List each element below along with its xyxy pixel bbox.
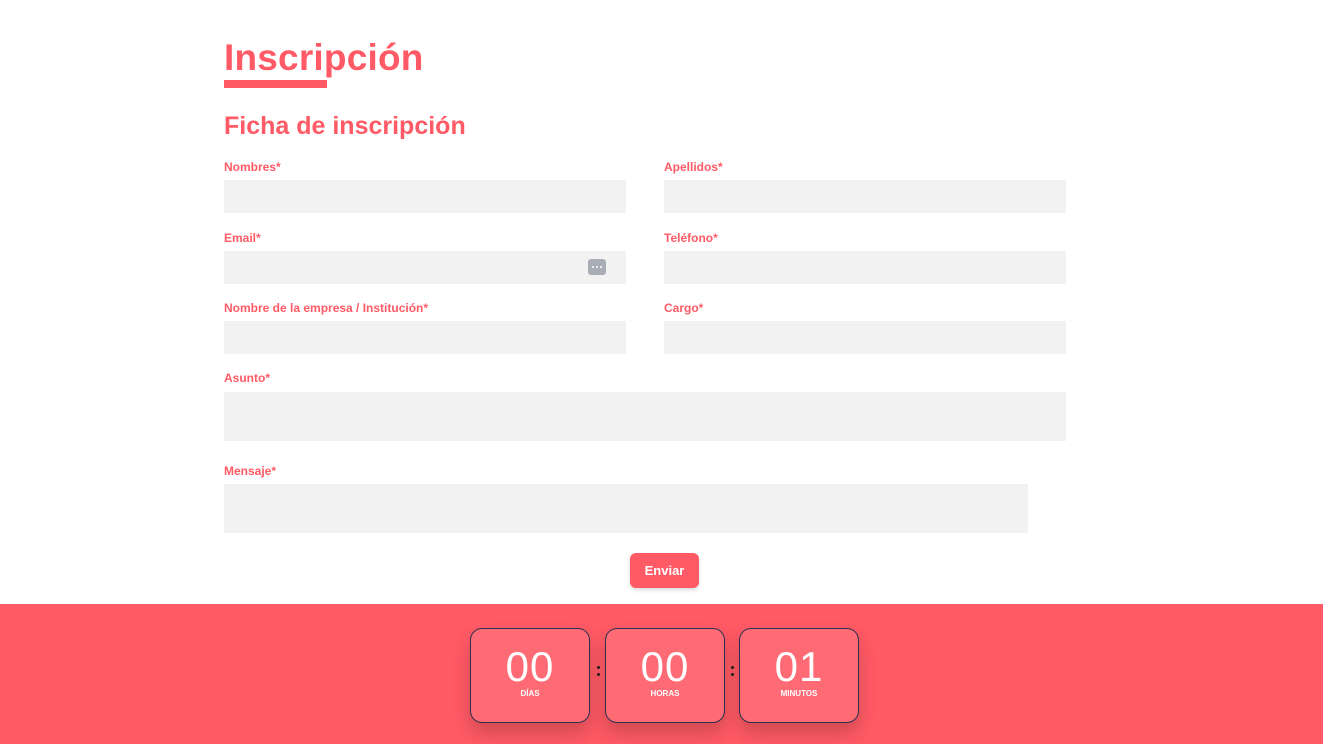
apellidos-input[interactable] [664,180,1066,213]
cargo-label: Cargo* [664,301,704,315]
form-title: Ficha de inscripción [224,112,466,140]
days-label: DÍAS [520,689,540,698]
nombres-label: Nombres* [224,160,281,174]
email-input[interactable] [224,251,626,284]
empresa-label: Nombre de la empresa / Institución* [224,301,429,315]
nombres-input[interactable] [224,180,626,213]
empresa-input[interactable] [224,321,626,354]
asunto-label: Asunto* [224,371,270,385]
asunto-input[interactable] [224,392,1066,441]
submit-button[interactable]: Enviar [630,553,699,588]
registration-page: Inscripción Ficha de inscripción Nombres… [0,0,1323,744]
colon-separator [729,662,735,686]
telefono-input[interactable] [664,251,1066,284]
hours-label: HORAS [650,689,680,698]
colon-separator [595,662,601,686]
page-title: Inscripción [224,37,424,78]
password-manager-icon[interactable] [588,259,606,275]
countdown-minutes: 01 MINUTOS [739,628,859,723]
mensaje-textarea[interactable] [224,484,1028,533]
mensaje-label: Mensaje* [224,464,277,478]
title-underline [224,80,327,88]
days-value: 00 [505,643,555,690]
countdown-hours: 00 HORAS [605,628,725,723]
minutes-label: MINUTOS [780,689,818,698]
email-label: Email* [224,231,261,245]
cargo-input[interactable] [664,321,1066,354]
telefono-label: Teléfono* [664,231,718,245]
apellidos-label: Apellidos* [664,160,723,174]
hours-value: 00 [640,643,690,690]
minutes-value: 01 [774,643,824,690]
countdown-days: 00 DÍAS [470,628,590,723]
